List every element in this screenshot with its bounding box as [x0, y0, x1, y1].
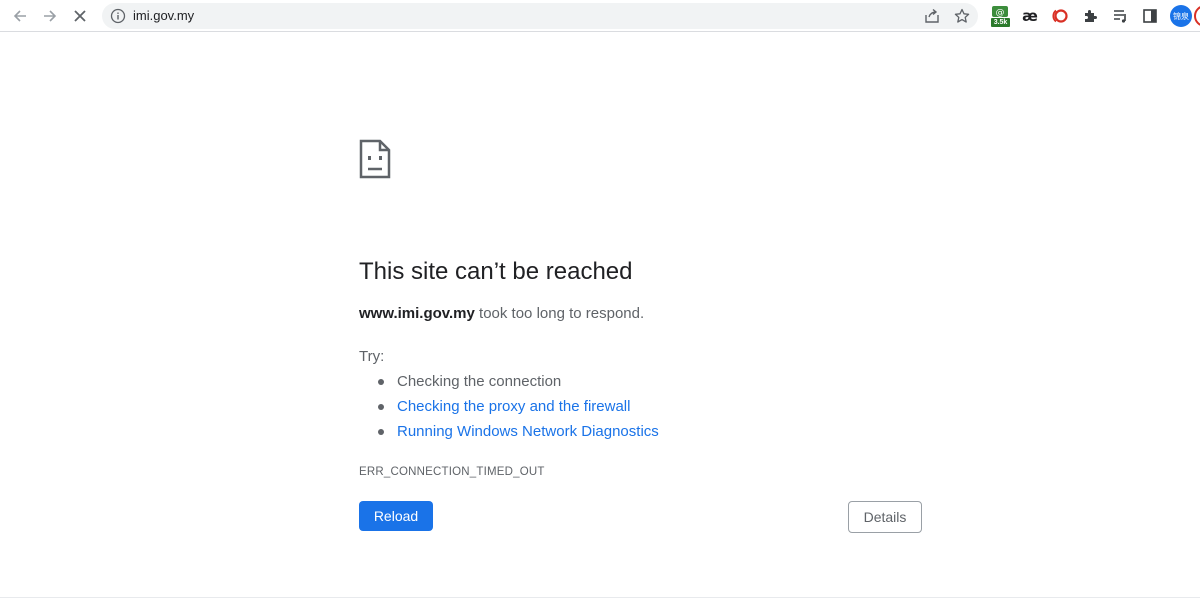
proxy-firewall-link[interactable]: Checking the proxy and the firewall: [397, 398, 630, 415]
puzzle-icon[interactable]: [1080, 6, 1100, 26]
details-button[interactable]: Details: [848, 501, 922, 533]
extension-badge: 3.5k: [991, 18, 1010, 27]
red-ring-extension-icon[interactable]: [1050, 6, 1070, 26]
error-code: ERR_CONNECTION_TIMED_OUT: [359, 466, 545, 478]
profile-ring-icon[interactable]: [1194, 5, 1200, 27]
suggestion-check-connection: Checking the connection: [378, 372, 659, 397]
try-label: Try:: [359, 348, 385, 365]
avatar-text: 锦泉: [1173, 11, 1189, 21]
host-name: www.imi.gov.my: [359, 305, 475, 322]
url-text[interactable]: imi.gov.my: [133, 8, 194, 24]
suggestion-proxy-firewall: Checking the proxy and the firewall: [378, 397, 659, 422]
info-icon[interactable]: [110, 8, 126, 29]
bookmark-star-icon[interactable]: [953, 7, 971, 25]
forward-arrow-icon[interactable]: [38, 4, 62, 28]
error-message: www.imi.gov.my took too long to respond.: [359, 304, 644, 324]
back-arrow-icon[interactable]: [8, 4, 32, 28]
side-panel-icon[interactable]: [1140, 6, 1160, 26]
network-diagnostics-link[interactable]: Running Windows Network Diagnostics: [397, 423, 659, 440]
suggestion-list: Checking the connection Checking the pro…: [378, 372, 659, 447]
ae-extension-icon[interactable]: æ: [1020, 6, 1040, 26]
sad-document-icon: [359, 139, 391, 184]
page-title: This site can’t be reached: [359, 258, 633, 285]
browser-toolbar: imi.gov.my @ 3.5k æ 锦泉: [0, 0, 1200, 32]
money-extension-icon[interactable]: @ 3.5k: [990, 6, 1010, 27]
ae-glyph: æ: [1022, 7, 1038, 25]
suggestion-network-diagnostics: Running Windows Network Diagnostics: [378, 422, 659, 447]
bottom-divider: [0, 597, 1200, 598]
svg-text:@: @: [996, 8, 1005, 18]
share-icon[interactable]: [923, 7, 941, 25]
address-bar[interactable]: imi.gov.my: [102, 3, 978, 29]
error-message-text: took too long to respond.: [474, 305, 645, 322]
avatar[interactable]: 锦泉: [1170, 5, 1192, 27]
stop-loading-icon[interactable]: [68, 4, 92, 28]
reload-button[interactable]: Reload: [359, 501, 433, 531]
reading-list-icon[interactable]: [1110, 6, 1130, 26]
